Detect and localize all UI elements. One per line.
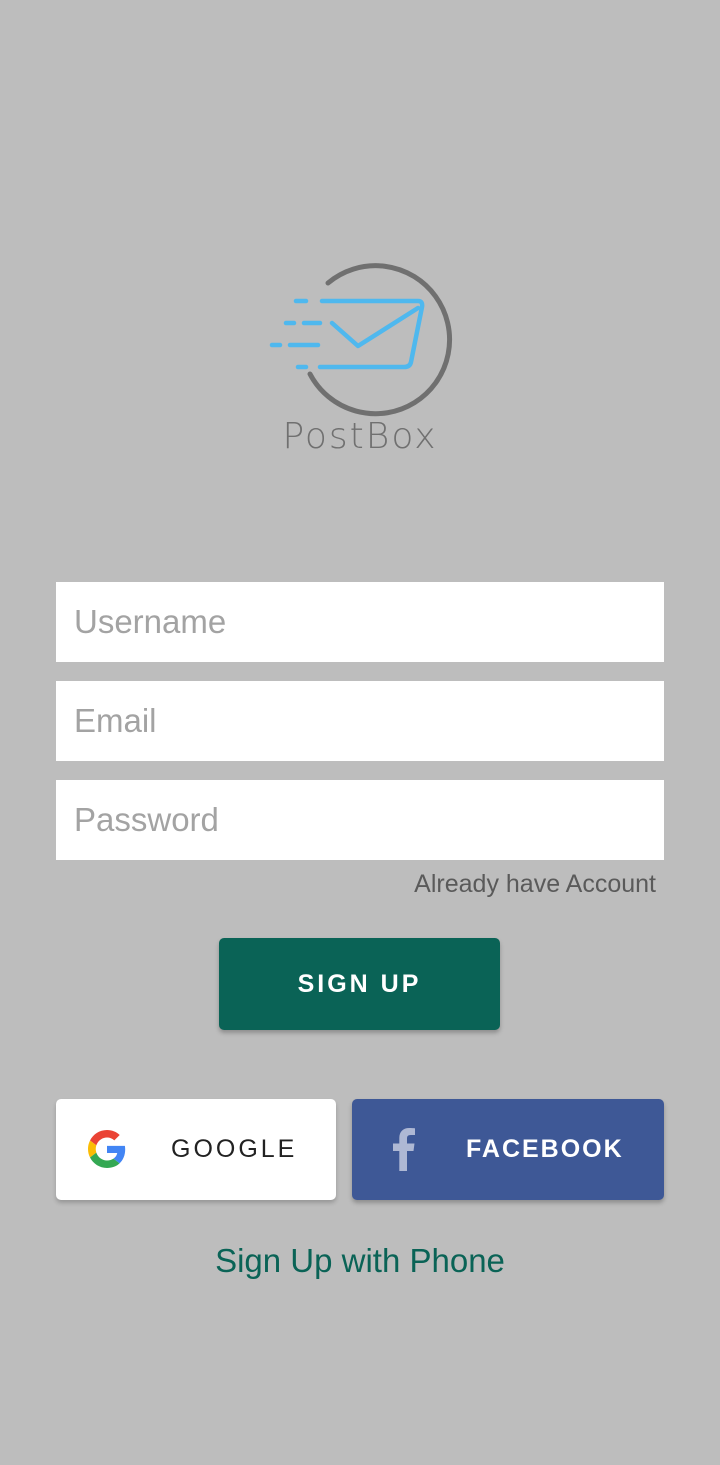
google-g-icon [88,1130,126,1168]
already-have-account-link[interactable]: Already have Account [414,870,656,899]
username-input[interactable] [56,582,664,662]
google-button-label: GOOGLE [171,1135,298,1163]
facebook-signup-button[interactable]: FACEBOOK [352,1099,664,1200]
postbox-logo-icon [269,263,452,417]
facebook-f-icon [393,1128,415,1171]
app-logo: PostBox [260,252,460,462]
facebook-button-label: FACEBOOK [466,1135,624,1163]
sign-up-button[interactable]: SIGN UP [219,938,500,1030]
sign-up-with-phone-link[interactable]: Sign Up with Phone [0,1242,720,1280]
password-input[interactable] [56,780,664,860]
email-input[interactable] [56,681,664,761]
logo-text: PostBox [282,416,438,457]
google-signup-button[interactable]: GOOGLE [56,1099,336,1200]
